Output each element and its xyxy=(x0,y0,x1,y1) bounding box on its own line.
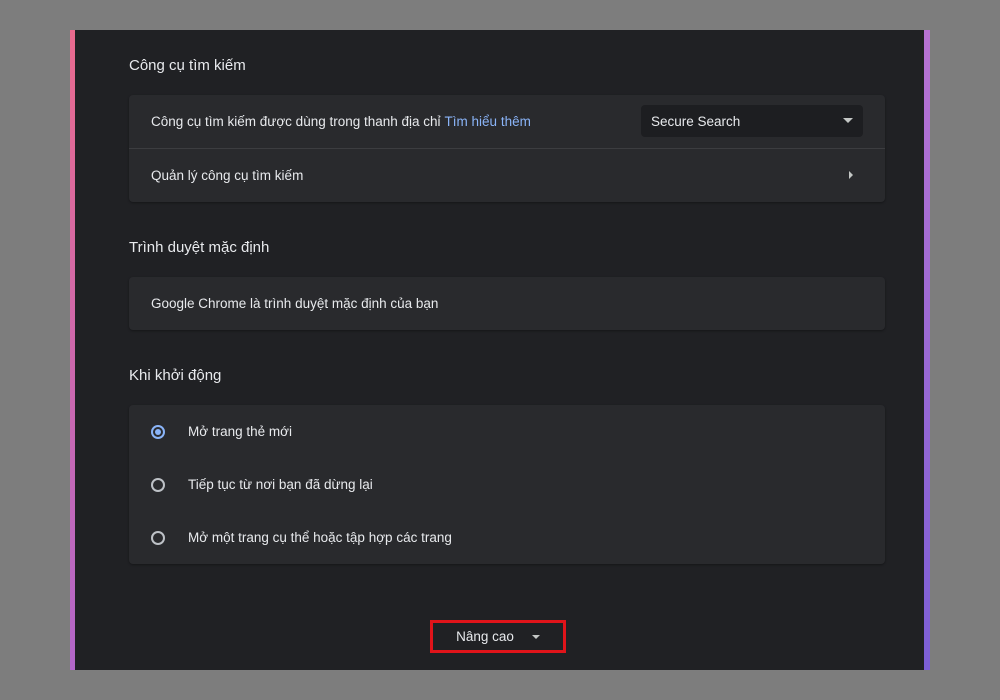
radio-unchecked-icon[interactable] xyxy=(151,530,165,545)
startup-option-specific-pages[interactable]: Mở một trang cụ thể hoặc tập hợp các tra… xyxy=(129,511,885,564)
search-engine-description: Công cụ tìm kiếm được dùng trong thanh đ… xyxy=(151,114,441,129)
default-browser-status: Google Chrome là trình duyệt mặc định củ… xyxy=(151,296,439,311)
startup-option-label: Tiếp tục từ nơi bạn đã dừng lại xyxy=(188,477,373,492)
startup-section-title: Khi khởi động xyxy=(129,367,222,384)
startup-card: Mở trang thẻ mới Tiếp tục từ nơi bạn đã … xyxy=(129,405,885,564)
advanced-button-label: Nâng cao xyxy=(456,629,514,644)
search-engine-row: Công cụ tìm kiếm được dùng trong thanh đ… xyxy=(129,95,885,148)
radio-checked-icon[interactable] xyxy=(151,424,165,439)
settings-page: Công cụ tìm kiếm Công cụ tìm kiếm được d… xyxy=(75,30,924,670)
search-engine-section-title: Công cụ tìm kiếm xyxy=(129,57,246,74)
default-browser-section-title: Trình duyệt mặc định xyxy=(129,239,270,256)
window-edge-right xyxy=(924,30,930,670)
manage-search-engines-row[interactable]: Quản lý công cụ tìm kiếm xyxy=(129,148,885,201)
search-engine-card: Công cụ tìm kiếm được dùng trong thanh đ… xyxy=(129,95,885,202)
startup-option-label: Mở một trang cụ thể hoặc tập hợp các tra… xyxy=(188,530,452,545)
learn-more-link[interactable]: Tìm hiểu thêm xyxy=(445,114,531,129)
startup-option-label: Mở trang thẻ mới xyxy=(188,424,292,439)
startup-option-continue[interactable]: Tiếp tục từ nơi bạn đã dừng lại xyxy=(129,458,885,511)
chevron-right-icon xyxy=(849,171,853,179)
chevron-down-icon xyxy=(843,118,853,123)
search-engine-selected-value: Secure Search xyxy=(651,113,741,129)
default-browser-row: Google Chrome là trình duyệt mặc định củ… xyxy=(129,277,885,330)
advanced-button[interactable]: Nâng cao xyxy=(430,620,566,653)
default-browser-card: Google Chrome là trình duyệt mặc định củ… xyxy=(129,277,885,330)
radio-unchecked-icon[interactable] xyxy=(151,477,165,492)
manage-search-engines-label: Quản lý công cụ tìm kiếm xyxy=(151,167,304,183)
startup-option-new-tab[interactable]: Mở trang thẻ mới xyxy=(129,405,885,458)
chevron-down-icon xyxy=(531,635,540,639)
search-engine-select[interactable]: Secure Search xyxy=(641,105,863,137)
